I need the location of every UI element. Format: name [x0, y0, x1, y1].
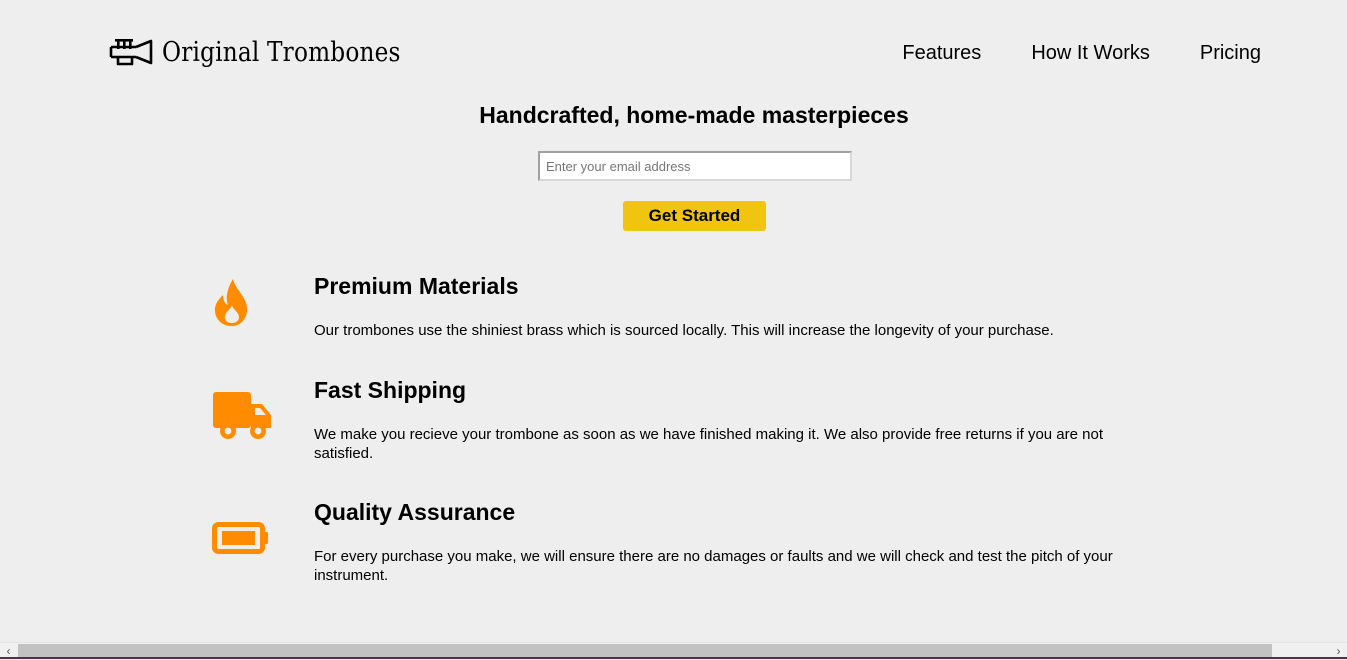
feature-description: Our trombones use the shiniest brass whi… [314, 322, 1054, 339]
nav-features[interactable]: Features [902, 42, 981, 65]
main-nav: Features How It Works Pricing [902, 42, 1261, 65]
feature-title: Premium Materials [314, 273, 519, 299]
battery-icon [212, 522, 268, 554]
logo[interactable]: Original Trombones [108, 34, 439, 70]
feature-description: For every purchase you make, we will ens… [314, 548, 1113, 584]
get-started-button[interactable]: Get Started [623, 201, 766, 231]
trumpet-icon [109, 39, 153, 66]
truck-icon [213, 392, 271, 439]
nav-how-it-works[interactable]: How It Works [1031, 42, 1150, 65]
fire-icon [214, 279, 248, 326]
feature-title: Fast Shipping [314, 377, 467, 403]
email-input[interactable] [538, 151, 852, 181]
feature-description: We make you recieve your trombone as soo… [314, 426, 1104, 462]
nav-pricing[interactable]: Pricing [1200, 42, 1261, 65]
site-header: Original Trombones Features How It Works… [0, 0, 1347, 100]
feature-title: Quality Assurance [314, 499, 516, 525]
logo-text: Original Trombones [162, 36, 401, 68]
hero-title: Handcrafted, home-made masterpieces [479, 102, 909, 128]
